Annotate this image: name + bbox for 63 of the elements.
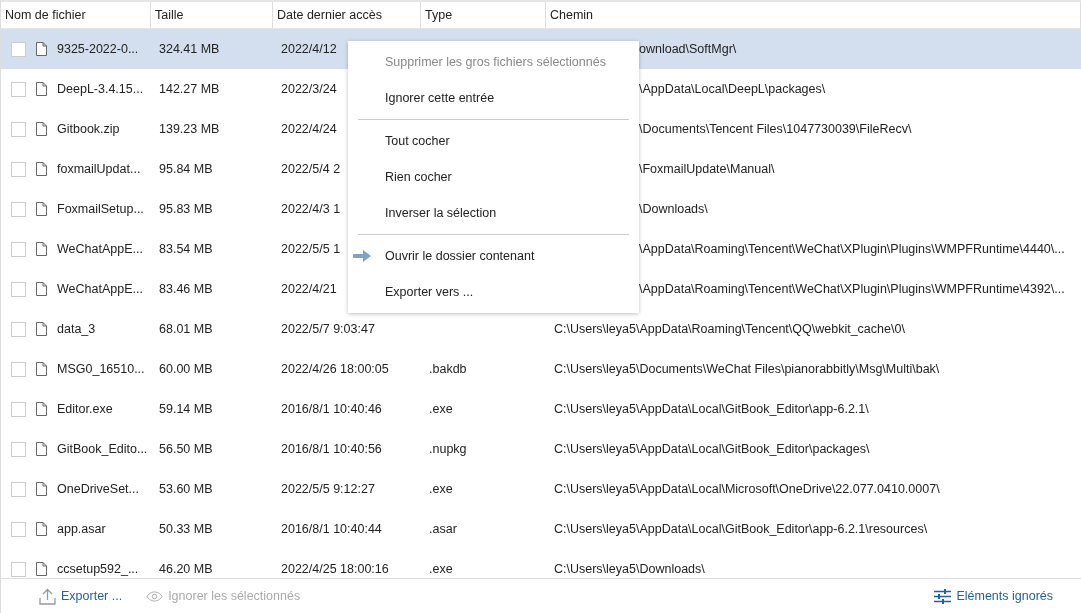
file-name: MSG0_16510... [57,360,145,378]
file-path: C:\Users\leya5\AppData\Local\GitBook_Editor\packages\ [554,440,870,458]
file-type: .exe [429,560,453,578]
access-date: 2022/5/5 9:12:27 [281,480,375,498]
file-path: \FoxmailUpdate\Manual\ [639,160,775,178]
file-size: 95.84 MB [159,160,213,178]
file-path: \Downloads\ [639,200,708,218]
file-path: C:\Users\leya5\AppData\Local\GitBook_Editor\app-6.2.1\resources\ [554,520,928,538]
file-name: DeepL-3.4.15... [57,80,144,98]
file-name: FoxmailSetup... [57,200,144,218]
file-path: \AppData\Roaming\Tencent\WeChat\XPlugin\Plugins\WMPFRuntime\4392\... [639,280,1065,298]
file-type: .bakdb [429,360,467,378]
file-name: WeChatAppE... [57,280,143,298]
access-date: 2022/4/26 18:00:05 [281,360,389,378]
file-name: app.asar [57,520,106,538]
access-date: 2016/8/1 10:40:56 [281,440,382,458]
file-name: ccsetup592_... [57,560,139,578]
access-date: 2022/3/24 [281,80,337,98]
file-path: C:\Users\leya5\AppData\Local\GitBook_Editor\app-6.2.1\ [554,400,869,418]
file-size: 139.23 MB [159,120,220,138]
access-date: 2022/5/7 9:03:47 [281,320,375,338]
file-path: \Documents\Tencent Files\1047730039\FileRecv\ [639,120,912,138]
file-type: .asar [429,520,457,538]
file-name: WeChatAppE... [57,240,143,258]
access-date: 2022/4/3 1 [281,200,341,218]
file-type: .nupkg [429,440,467,458]
file-path: C:\Users\leya5\AppData\Roaming\Tencent\QQ\webkit_cache\0\ [554,320,905,338]
file-size: 83.46 MB [159,280,213,298]
file-size: 53.60 MB [159,480,213,498]
file-name: Gitbook.zip [57,120,120,138]
file-name: 9325-2022-0... [57,40,139,58]
file-size: 83.54 MB [159,240,213,258]
file-size: 46.20 MB [159,560,213,578]
file-name: data_3 [57,320,96,338]
file-path: C:\Users\leya5\Documents\WeChat Files\pianorabbitly\Msg\Multi\bak\ [554,360,940,378]
file-name: GitBook_Edito... [57,440,148,458]
access-date: 2016/8/1 10:40:44 [281,520,382,538]
access-date: 2022/4/24 [281,120,337,138]
menu-item: Supprimer les gros fichiers sélectionnés [384,53,607,71]
file-size: 68.01 MB [159,320,213,338]
access-date: 2016/8/1 10:40:46 [281,400,382,418]
file-size: 324.41 MB [159,40,220,58]
file-size: 142.27 MB [159,80,220,98]
file-type: .exe [429,400,453,418]
file-path: \AppData\Local\DeepL\packages\ [639,80,826,98]
file-size: 95.83 MB [159,200,213,218]
file-size: 60.00 MB [159,360,213,378]
file-type: .exe [429,480,453,498]
file-path: ownload\SoftMgr\ [639,40,737,58]
access-date: 2022/5/5 1 [281,240,341,258]
file-name: Editor.exe [57,400,113,418]
file-path: \AppData\Roaming\Tencent\WeChat\XPlugin\Plugins\WMPFRuntime\4440\... [639,240,1065,258]
access-date: 2022/4/21 [281,280,337,298]
file-size: 50.33 MB [159,520,213,538]
file-name: OneDriveSet... [57,480,139,498]
access-date: 2022/4/12 [281,40,337,58]
access-date: 2022/4/25 18:00:16 [281,560,389,578]
access-date: 2022/5/4 2 [281,160,341,178]
file-path: C:\Users\leya5\Downloads\ [554,560,705,578]
file-path: C:\Users\leya5\AppData\Local\Microsoft\OneDrive\22.077.0410.0007\ [554,480,940,498]
file-name: foxmailUpdat... [57,160,141,178]
file-size: 59.14 MB [159,400,213,418]
file-size: 56.50 MB [159,440,213,458]
